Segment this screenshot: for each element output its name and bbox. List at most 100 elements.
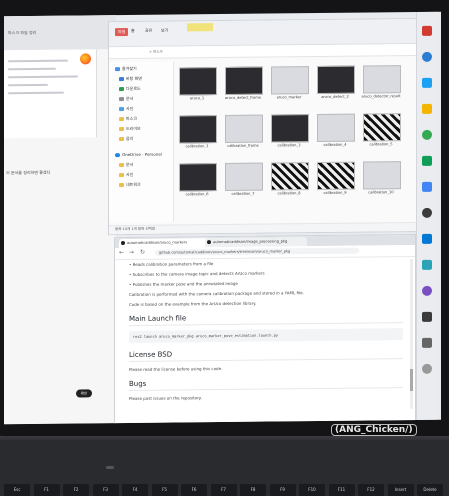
readme-paragraph: Code is based on the example from the Ar…: [129, 300, 257, 307]
outlook-icon[interactable]: [422, 51, 432, 62]
folder-icon[interactable]: [422, 311, 432, 322]
keyboard-key[interactable]: F2: [63, 484, 89, 496]
ribbon-tab-view[interactable]: 보기: [161, 28, 168, 34]
keyboard-key[interactable]: F10: [299, 484, 325, 496]
edge-icon[interactable]: [422, 233, 432, 244]
app-icon[interactable]: [422, 363, 432, 374]
folder-icon: [119, 173, 124, 178]
back-icon[interactable]: ←: [119, 249, 124, 256]
chrome-icon[interactable]: [422, 129, 432, 140]
thumbnail-filename: calibration_6: [185, 192, 209, 197]
keyboard-key[interactable]: Esc: [4, 484, 30, 496]
document-icon: [119, 97, 124, 102]
image-thumbnail[interactable]: [225, 162, 263, 191]
keyboard-key[interactable]: F5: [151, 484, 178, 496]
ribbon-tab-home[interactable]: 홈: [131, 28, 135, 34]
star-icon: [115, 67, 120, 72]
image-thumbnail[interactable]: [225, 66, 263, 95]
image-thumbnail[interactable]: [317, 65, 355, 95]
nav-item-onedrive-pictures[interactable]: 사진: [119, 172, 133, 178]
nav-item-quick-access[interactable]: 즐겨찾기: [115, 66, 137, 72]
ribbon-tab-file[interactable]: 파일: [115, 27, 129, 37]
explorer-status-bar: 항목 14개 1개 항목 선택함: [109, 221, 417, 235]
app-icon[interactable]: [422, 259, 432, 270]
ok-button[interactable]: 확인: [76, 389, 92, 398]
section-heading-main-launch: Main Launch file: [129, 312, 403, 326]
notes-icon[interactable]: [422, 103, 432, 114]
keyboard-key[interactable]: F8: [240, 484, 266, 496]
image-thumbnail[interactable]: [271, 66, 309, 95]
browser-scrollbar[interactable]: [410, 259, 413, 410]
image-thumbnail[interactable]: [363, 65, 401, 94]
keyboard-key[interactable]: F12: [358, 484, 384, 496]
nav-item-downloads[interactable]: 다운로드: [119, 86, 141, 92]
keyboard-key[interactable]: Insert: [387, 484, 414, 496]
right-taskbar: [416, 11, 437, 420]
office-icon[interactable]: [422, 25, 432, 36]
thumbnail-filename: calibration_3: [277, 143, 301, 148]
thumbnail-filename: aruco_detect_frame: [225, 95, 261, 100]
nav-item-drive[interactable]: 드라이브: [119, 126, 141, 132]
keyboard-key[interactable]: F9: [269, 484, 296, 496]
image-thumbnail[interactable]: [363, 113, 401, 142]
keyboard-key[interactable]: F6: [181, 484, 207, 496]
thumbnail-filename: calibration_7: [231, 191, 255, 196]
image-thumbnail[interactable]: [179, 163, 217, 192]
picture-icon: [119, 107, 124, 112]
image-thumbnail[interactable]: [179, 67, 217, 96]
image-thumbnail[interactable]: [271, 162, 309, 191]
folder-icon: [119, 137, 124, 142]
folder-icon: [119, 183, 124, 188]
image-thumbnail[interactable]: [317, 113, 355, 143]
keyboard-key[interactable]: F11: [328, 484, 355, 496]
thumbnail-filename: aruco_detector_result: [361, 94, 401, 99]
thumbnail-filename: aruco_detect_2: [321, 94, 349, 99]
nav-item-documents[interactable]: 문서: [119, 96, 133, 102]
nav-item-network[interactable]: 네트워크: [119, 182, 141, 188]
left-window-tab-text[interactable]: 마스크 파일 정리: [8, 30, 36, 36]
keyboard-key[interactable]: F4: [122, 484, 148, 496]
nav-item-desktop[interactable]: 바탕 화면: [119, 76, 142, 82]
keyboard-key[interactable]: F7: [210, 484, 237, 496]
scrollbar-thumb[interactable]: [410, 369, 413, 392]
section-heading-license: License BSD: [129, 348, 403, 362]
url-bar[interactable]: github.com/automaticaddison/aruco_marker…: [155, 247, 359, 256]
maps-icon[interactable]: [422, 181, 432, 192]
reload-icon[interactable]: ↻: [140, 249, 145, 256]
forward-icon[interactable]: →: [129, 249, 134, 256]
nav-item-mask[interactable]: 마스크: [119, 116, 137, 122]
thumbnail-grid: aruco_1 aruco_detect_frame aruco_marker aru…: [179, 65, 413, 217]
explorer-ribbon: 파일 홈 공유 보기: [109, 18, 417, 48]
image-thumbnail[interactable]: [179, 115, 217, 144]
nav-item-onedrive[interactable]: OneDrive - Personal: [115, 152, 162, 158]
terminal-icon[interactable]: [422, 207, 432, 218]
explorer-address-bar[interactable]: > 마스크: [109, 43, 417, 60]
keyboard-key[interactable]: F3: [92, 484, 119, 496]
hinge-light: [106, 466, 114, 469]
vscode-icon[interactable]: [422, 285, 432, 296]
firefox-icon[interactable]: [80, 53, 91, 65]
chrome-icon[interactable]: [422, 155, 432, 166]
laptop-screen: 마스크 파일 정리 이 문서를 정리하면 좋겠다 확인 파일 홈 공유 보기 >…: [4, 11, 441, 425]
keyboard-key[interactable]: Delete: [417, 484, 443, 496]
readme-content: • Reads calibration parameters from a fi…: [129, 259, 403, 422]
section-heading-bugs: Bugs: [129, 377, 403, 391]
thumbnail-filename: calibration_frame: [227, 143, 259, 148]
thumbnail-filename: calibration_8: [277, 191, 301, 196]
settings-icon[interactable]: [422, 337, 432, 348]
image-thumbnail[interactable]: [317, 161, 355, 191]
image-thumbnail[interactable]: [363, 161, 401, 190]
nav-item-onedrive-documents[interactable]: 문서: [119, 162, 133, 168]
nav-item-music[interactable]: 음악: [119, 136, 133, 142]
keyboard-key[interactable]: F1: [33, 484, 60, 496]
mail-icon[interactable]: [422, 77, 432, 88]
bugs-text: Please post issues on the repository.: [129, 395, 202, 401]
image-thumbnail[interactable]: [225, 114, 263, 143]
thumbnail-filename: aruco_marker: [276, 95, 302, 100]
nav-item-pictures[interactable]: 사진: [119, 106, 133, 112]
browser-window: automaticaddison/aruco_markers automatic…: [114, 233, 416, 425]
launch-code-block[interactable]: ros2 launch aruco_marker_pkg aruco_marke…: [129, 328, 403, 343]
image-thumbnail[interactable]: [271, 114, 309, 143]
ribbon-tab-share[interactable]: 공유: [145, 28, 152, 34]
explorer-nav-pane: 즐겨찾기 바탕 화면 다운로드 문서 사진 마스크 드라이브 음악 OneDri…: [109, 61, 174, 223]
